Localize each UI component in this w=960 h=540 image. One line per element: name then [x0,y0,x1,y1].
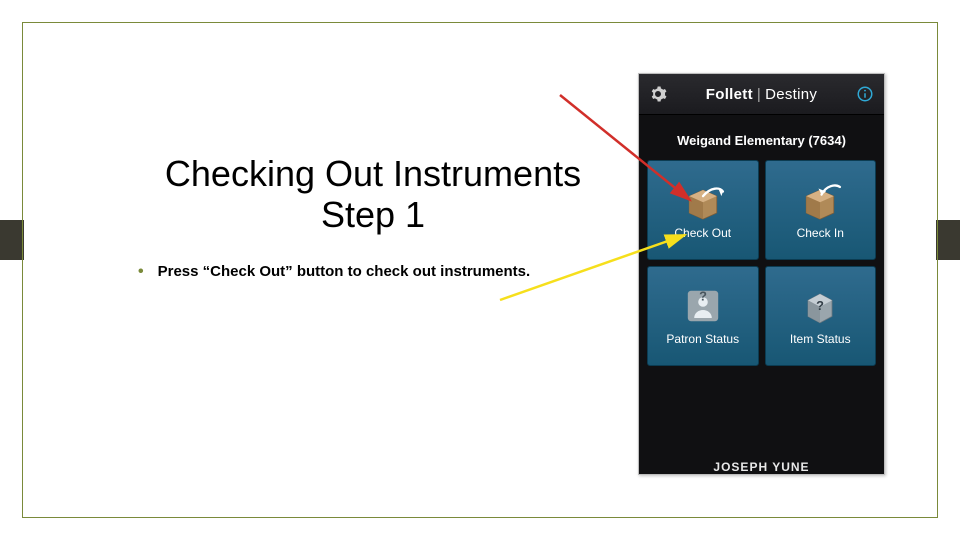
tile-check-out-label: Check Out [674,226,731,240]
info-icon[interactable] [856,85,874,103]
svg-text:?: ? [699,288,707,303]
tile-patron-status[interactable]: ? Patron Status [647,266,759,366]
tile-item-status-label: Item Status [790,332,851,346]
decor-tab-left [0,220,24,260]
item-icon: ? [797,286,843,326]
bullet-1-text: Press “Check Out” button to check out in… [158,263,531,280]
tile-grid: Check Out Check In [639,160,884,366]
slide-frame: Checking Out Instruments Step 1 • Press … [22,22,938,518]
decor-tab-right [936,220,960,260]
brand-separator: | [757,86,761,103]
title-line-1: Checking Out Instruments [165,153,581,194]
brand-main: Follett [706,86,753,103]
tile-check-in[interactable]: Check In [765,160,877,260]
logged-in-user: JOSEPH YUNE [639,456,884,474]
tile-item-status[interactable]: ? Item Status [765,266,877,366]
tile-patron-status-label: Patron Status [666,332,739,346]
svg-text:?: ? [816,298,824,313]
gear-icon[interactable] [649,85,667,103]
brand-sub: Destiny [765,86,817,103]
title-line-2: Step 1 [321,194,425,235]
box-out-icon [680,180,726,220]
bullet-1: • Press “Check Out” button to check out … [138,263,530,281]
phone-screenshot: Follett | Destiny Weigand Elementary (76… [638,73,885,475]
box-in-icon [797,180,843,220]
slide-title: Checking Out Instruments Step 1 [123,153,623,236]
tile-check-in-label: Check In [797,226,844,240]
school-name: Weigand Elementary (7634) [639,115,884,160]
patron-icon: ? [680,286,726,326]
bullet-dot-icon: • [138,263,144,281]
tile-check-out[interactable]: Check Out [647,160,759,260]
app-header: Follett | Destiny [639,74,884,115]
